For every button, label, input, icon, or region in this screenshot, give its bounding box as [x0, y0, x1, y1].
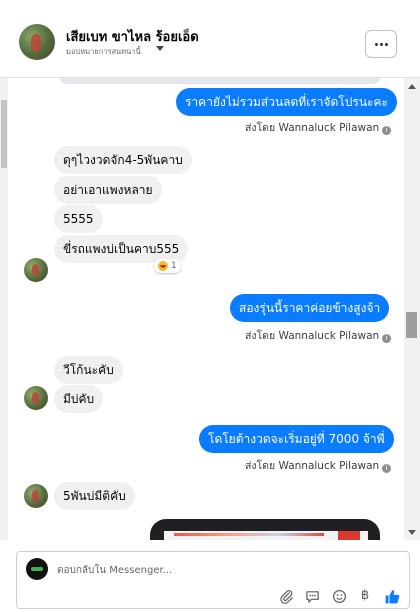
message-reaction[interactable]: 1: [154, 259, 181, 273]
reaction-count: 1: [171, 261, 177, 271]
saved-reply-icon[interactable]: [303, 587, 321, 605]
scrollbar-thumb[interactable]: [406, 312, 417, 338]
message-bubble-incoming[interactable]: อย่าเอาแพงหลาย: [54, 176, 162, 204]
scrollbar-track[interactable]: [404, 78, 420, 540]
sent-by-label: ส่งโดย Wannaluck Pilawan i: [245, 457, 392, 474]
conversation-panel: เสียเบท ขาไหล ร้อยเอ็ด มอบหมายการสนทนานี…: [0, 0, 420, 612]
reply-input[interactable]: ตอบกลับใน Messenger...: [57, 563, 172, 578]
scroll-down-arrow-icon[interactable]: [408, 530, 416, 535]
image-attachment[interactable]: [150, 519, 380, 540]
emoji-icon[interactable]: [330, 587, 348, 605]
info-icon[interactable]: i: [382, 334, 392, 343]
message-bubble-incoming[interactable]: วีโก้นะคับ: [54, 356, 123, 384]
laugh-emoji-icon: [158, 261, 168, 271]
scroll-up-arrow-icon[interactable]: [408, 84, 416, 89]
contact-avatar-small[interactable]: [24, 484, 48, 508]
message-bubble-incoming[interactable]: 5พันบ่มีติคับ: [54, 482, 135, 510]
more-options-button[interactable]: [365, 30, 397, 58]
sent-by-label: ส่งโดย Wannaluck Pilawan i: [245, 119, 392, 136]
sent-by-label: ส่งโดย Wannaluck Pilawan i: [245, 327, 392, 344]
contact-name[interactable]: เสียเบท ขาไหล ร้อยเอ็ด: [66, 26, 199, 47]
message-bubble-incoming[interactable]: มีบ่คับ: [54, 385, 104, 413]
paperclip-icon[interactable]: [277, 587, 295, 605]
message-bubble-outgoing[interactable]: โดโยต้างวดจะเริ่มอยู่ที่ 7000 จ้าพี่: [199, 425, 394, 453]
info-icon[interactable]: i: [382, 464, 392, 473]
thumbs-up-icon[interactable]: [383, 587, 401, 605]
contact-avatar-small[interactable]: [24, 386, 48, 410]
message-bubble-outgoing[interactable]: ราคายังไม่รวมส่วนลดที่เราจัดโปรนะคะ: [176, 88, 397, 116]
message-bubble-outgoing[interactable]: สองรุ่นนี้ราคาค่อยข้างสูงจ้า: [230, 294, 390, 322]
message-bubble-incoming[interactable]: 5555: [54, 205, 103, 233]
contact-avatar[interactable]: [19, 24, 55, 60]
message-bubble-incoming[interactable]: ดุๆไวงวดจัก4-5พันคาบ: [54, 146, 192, 174]
conversation-header: เสียเบท ขาไหล ร้อยเอ็ด มอบหมายการสนทนานี…: [0, 0, 420, 78]
more-horizontal-icon: [374, 42, 378, 46]
info-icon[interactable]: i: [382, 126, 392, 135]
baht-icon[interactable]: ฿: [356, 587, 374, 605]
page-avatar: [26, 558, 48, 580]
reply-composer: ตอบกลับใน Messenger... ฿: [16, 551, 410, 609]
assign-conversation-link[interactable]: มอบหมายการสนทนานี้: [66, 46, 141, 58]
message-thread: ราคายังไม่รวมส่วนลดที่เราจัดโปรนะคะ ส่งโ…: [0, 78, 404, 540]
message-bubble-clipped: [60, 78, 380, 84]
contact-avatar-small[interactable]: [24, 258, 48, 282]
chevron-down-icon[interactable]: [156, 46, 164, 51]
